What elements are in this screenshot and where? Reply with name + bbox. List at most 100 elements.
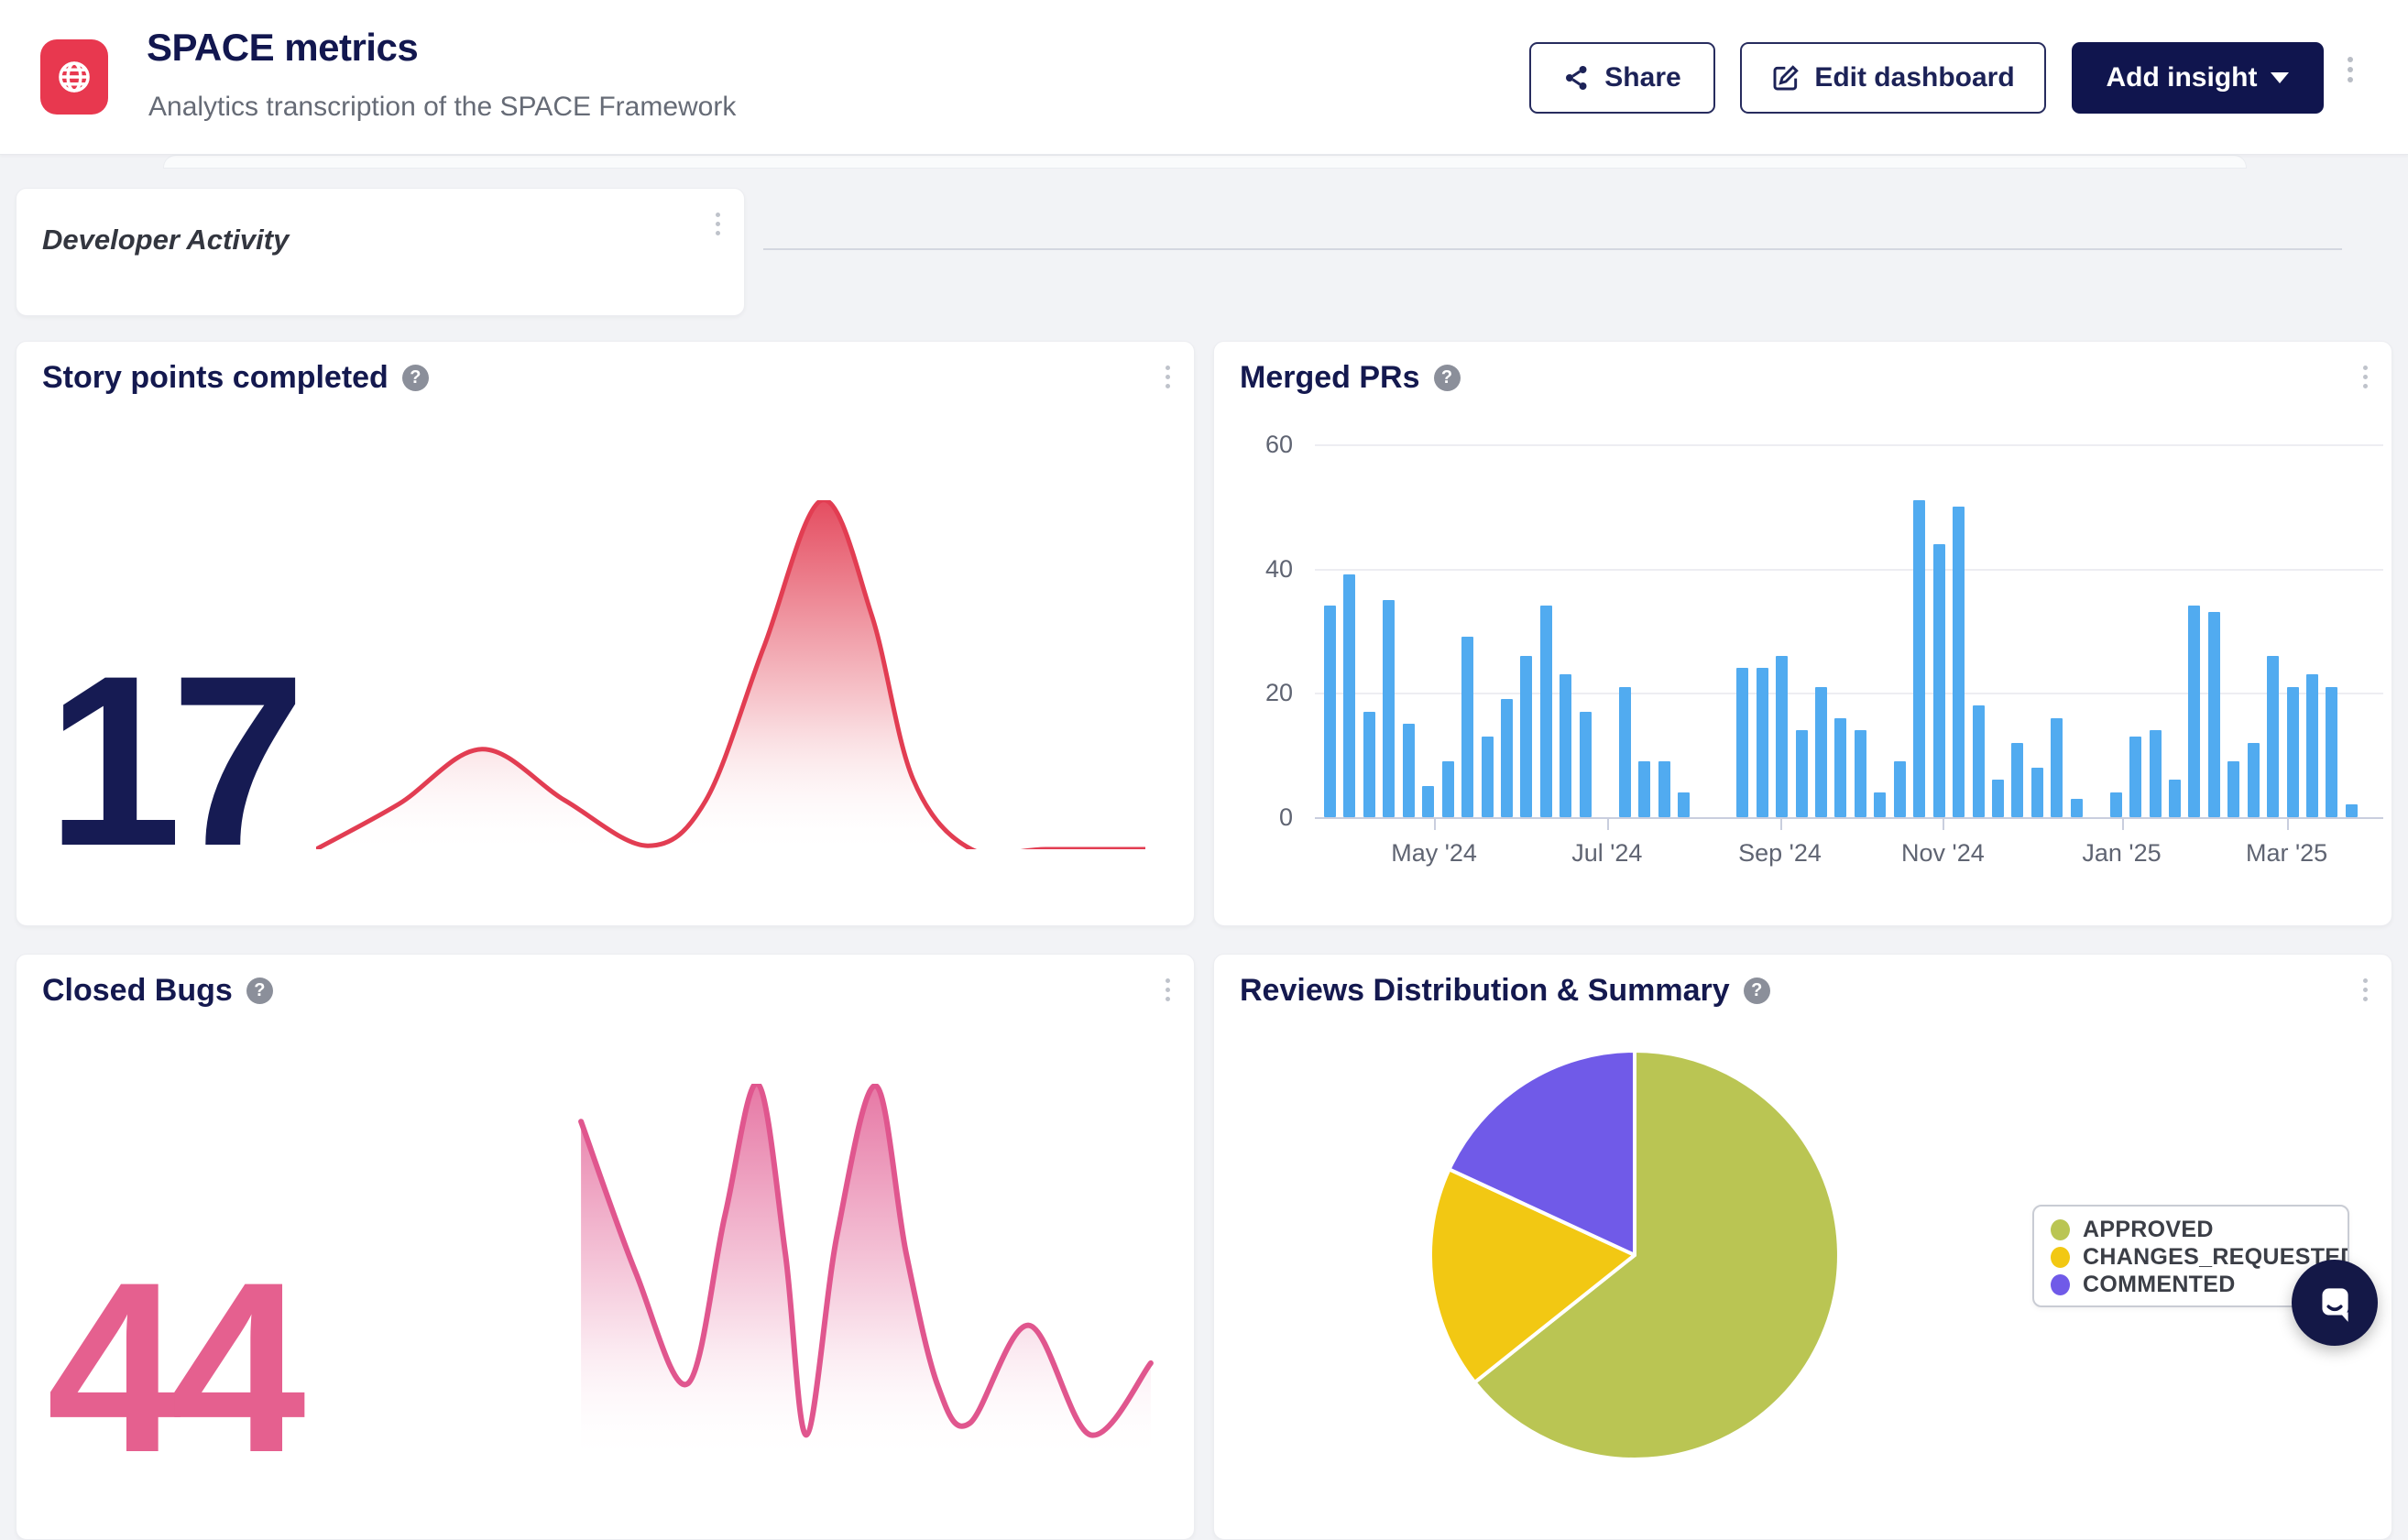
bar-week-48[interactable] — [2267, 656, 2279, 817]
question-mark-icon[interactable]: ? — [1434, 365, 1461, 391]
add-insight-button[interactable]: Add insight — [2072, 42, 2324, 114]
story-points-value: 17 — [47, 640, 295, 883]
legend-swatch — [2051, 1274, 2070, 1295]
insight-menu[interactable] — [2363, 978, 2368, 1001]
bar-week-22[interactable] — [1757, 668, 1768, 817]
story-points-area-chart[interactable] — [316, 500, 1145, 849]
bar-week-18[interactable] — [1678, 792, 1690, 817]
x-tick — [1943, 817, 1944, 830]
bar-week-16[interactable] — [1638, 761, 1650, 817]
section-title: Developer Activity — [42, 224, 289, 257]
closed-bugs-area-chart[interactable] — [578, 1084, 1154, 1461]
bar-week-24[interactable] — [1796, 730, 1808, 817]
bar-week-0[interactable] — [1324, 606, 1336, 817]
question-mark-icon[interactable]: ? — [402, 365, 429, 391]
bar-week-15[interactable] — [1619, 687, 1631, 817]
legend-swatch — [2051, 1247, 2070, 1268]
bar-week-4[interactable] — [1403, 724, 1415, 817]
bar-week-3[interactable] — [1383, 600, 1395, 817]
bar-week-13[interactable] — [1580, 712, 1592, 817]
insight-title: Story points completed — [42, 360, 389, 396]
bar-week-47[interactable] — [2248, 743, 2260, 817]
dashboard-more-menu[interactable] — [2348, 57, 2353, 82]
bar-week-23[interactable] — [1776, 656, 1788, 817]
bar-week-36[interactable] — [2031, 768, 2043, 817]
bar-week-31[interactable] — [1933, 544, 1945, 818]
legend-item[interactable]: APPROVED — [2051, 1216, 2348, 1243]
bar-week-11[interactable] — [1540, 606, 1552, 817]
bar-week-43[interactable] — [2169, 780, 2181, 817]
bar-week-37[interactable] — [2051, 718, 2063, 818]
bar-week-21[interactable] — [1736, 668, 1748, 817]
x-tick — [1607, 817, 1609, 830]
x-tick — [1780, 817, 1782, 830]
bar-week-49[interactable] — [2287, 687, 2299, 817]
bar-week-6[interactable] — [1442, 761, 1454, 817]
bar-week-9[interactable] — [1501, 699, 1513, 817]
bar-week-26[interactable] — [1834, 718, 1846, 818]
legend-item[interactable]: CHANGES_REQUESTED — [2051, 1243, 2348, 1271]
insight-title: Reviews Distribution & Summary — [1240, 973, 1730, 1009]
bar-week-52[interactable] — [2346, 804, 2358, 817]
project-logo[interactable] — [40, 39, 108, 115]
legend-label: CHANGES_REQUESTED — [2083, 1244, 2349, 1271]
bar-week-5[interactable] — [1422, 786, 1434, 817]
closed-bugs-value: 44 — [47, 1247, 295, 1490]
section-divider — [763, 248, 2342, 250]
bar-week-44[interactable] — [2188, 606, 2200, 817]
x-tick-label: May '24 — [1391, 839, 1477, 868]
merged-prs-bar-chart[interactable] — [1324, 444, 2369, 817]
chat-launcher-button[interactable] — [2292, 1260, 2378, 1346]
dashboard-page: SPACE metrics Analytics transcription of… — [0, 0, 2408, 1378]
insight-card-merged-prs: Merged PRs ? 0204060 May '24Jul '24Sep '… — [1213, 341, 2392, 926]
bar-week-46[interactable] — [2227, 761, 2239, 817]
bar-week-40[interactable] — [2110, 792, 2122, 817]
bar-week-29[interactable] — [1894, 761, 1906, 817]
insight-menu[interactable] — [1166, 366, 1170, 388]
top-bar: SPACE metrics Analytics transcription of… — [0, 0, 2408, 155]
bar-week-27[interactable] — [1855, 730, 1866, 817]
bar-week-33[interactable] — [1973, 705, 1985, 817]
section-card-menu[interactable] — [716, 213, 720, 235]
insight-card-story-points: Story points completed ? 17 — [16, 341, 1195, 926]
bar-week-30[interactable] — [1913, 500, 1925, 817]
y-tick-label: 60 — [1223, 431, 1293, 458]
bar-week-10[interactable] — [1520, 656, 1532, 817]
bar-week-17[interactable] — [1658, 761, 1670, 817]
bar-week-35[interactable] — [2011, 743, 2023, 817]
bar-week-1[interactable] — [1343, 574, 1355, 817]
legend-label: APPROVED — [2083, 1217, 2214, 1243]
globe-icon — [55, 58, 93, 96]
bar-week-50[interactable] — [2306, 674, 2318, 817]
bar-week-45[interactable] — [2208, 612, 2220, 817]
question-mark-icon[interactable]: ? — [246, 978, 273, 1004]
bar-week-2[interactable] — [1363, 712, 1375, 817]
y-tick-label: 0 — [1223, 803, 1293, 831]
legend-label: COMMENTED — [2083, 1272, 2236, 1298]
bar-week-32[interactable] — [1953, 507, 1965, 817]
chat-bubble-icon — [2312, 1280, 2358, 1326]
question-mark-icon[interactable]: ? — [1744, 978, 1770, 1004]
x-tick-label: Jan '25 — [2082, 839, 2161, 868]
legend-swatch — [2051, 1219, 2070, 1240]
bar-week-7[interactable] — [1461, 637, 1473, 817]
bar-week-12[interactable] — [1560, 674, 1571, 817]
chevron-down-icon — [2271, 72, 2289, 83]
share-button[interactable]: Share — [1529, 42, 1715, 114]
share-button-label: Share — [1604, 62, 1680, 93]
scrolled-card-remnant — [163, 155, 2247, 169]
bar-week-8[interactable] — [1482, 737, 1494, 817]
y-tick-label: 40 — [1223, 555, 1293, 583]
edit-dashboard-button[interactable]: Edit dashboard — [1740, 42, 2046, 114]
bar-week-38[interactable] — [2071, 799, 2083, 817]
insight-menu[interactable] — [2363, 366, 2368, 388]
bar-week-41[interactable] — [2129, 737, 2141, 817]
pencil-square-icon — [1771, 63, 1801, 93]
bar-week-25[interactable] — [1815, 687, 1827, 817]
bar-week-28[interactable] — [1874, 792, 1886, 817]
bar-week-42[interactable] — [2150, 730, 2162, 817]
reviews-pie-chart[interactable] — [1427, 1047, 1843, 1463]
bar-week-34[interactable] — [1992, 780, 2004, 817]
insight-menu[interactable] — [1166, 978, 1170, 1001]
bar-week-51[interactable] — [2326, 687, 2337, 817]
